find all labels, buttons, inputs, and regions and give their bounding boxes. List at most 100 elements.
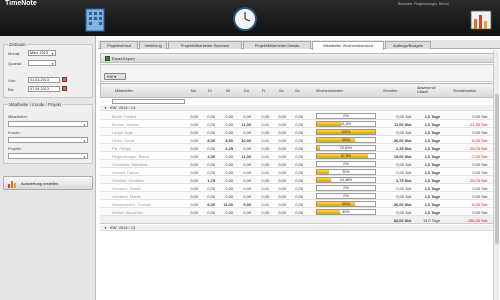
table-row[interactable]: Vierahrer, Martin 0,00 0,00 0,00 0,00 0,00 0,0… <box>100 192 498 200</box>
col-mi[interactable]: Mi <box>226 89 230 93</box>
cell-sa: 0,00 <box>278 138 286 143</box>
table-row[interactable]: Schnell, Hanna 0,00 0,00 0,00 0,00 0,00 0,00 0,… <box>100 168 498 176</box>
tab-auftrags-budgets[interactable]: Auftrags/Budgets <box>385 41 431 49</box>
group-chip-kw[interactable]: KW ▾ <box>104 73 126 80</box>
cell-abwesend: 1,0 Tage <box>424 146 440 151</box>
collapse-icon[interactable]: ▼ <box>104 105 107 111</box>
cell-stundensaldo: 0,00 Std. <box>472 210 488 215</box>
cell-stundensaldo: -6,00 Std. <box>471 138 488 143</box>
col-mo[interactable]: Mo <box>191 89 196 93</box>
bis-date-input[interactable]: 07.04.2013 <box>28 86 60 92</box>
group-fieldset: Mitarbeiter / Kunde / Projekt Mitarbeite… <box>3 102 93 164</box>
cell-so: 0,00 <box>295 114 303 119</box>
projekt-select[interactable]: ▼ <box>8 153 88 159</box>
cell-mi: 0,00 <box>225 186 233 191</box>
table-row[interactable]: Regensburger, Bernd 0,00 4,00 0,00 11,00 0,00… <box>100 152 498 160</box>
grid-header: Mitarbeiter Mo Di Mi Do Fr Sa So Wochens… <box>100 83 498 98</box>
table-row[interactable]: Birdie, Erhard 0,00 0,00 0,00 0,00 0,00 0,00 0,… <box>100 112 498 120</box>
cell-do: 0,00 <box>243 170 251 175</box>
col-stundensaldo[interactable]: Stundensaldo <box>453 89 476 93</box>
cell-di: 0,00 <box>207 186 215 191</box>
table-row[interactable]: Heinz, Nicole 0,00 8,00 8,00 10,00 0,00 0,00 0,… <box>100 136 498 144</box>
main-content: Excel-Export KW ▾ Mitarbeiter Mo Di Mi D… <box>98 50 500 300</box>
cell-stunden: 0,00 Std. <box>396 210 412 215</box>
tab-projekt-mitarbeiter-summen[interactable]: Projekt/Mitarbeiter Summen <box>168 41 242 49</box>
calendar-icon[interactable] <box>62 77 67 82</box>
cell-so: 0,00 <box>295 210 303 215</box>
table-row[interactable]: Weibel, Alexander 0,00 0,00 0,00 0,00 0,00 0,0… <box>100 208 498 216</box>
excel-icon <box>105 56 110 62</box>
cell-stunden: 26,00 Std. <box>393 138 412 143</box>
cell-mitarbeiter: Vierahrer, Martin <box>112 194 141 199</box>
chevron-down-icon: ▼ <box>83 123 86 127</box>
group-row-kw13[interactable]: ▼ KW: 2013 / 13 <box>100 225 498 231</box>
cell-fr: 0,00 <box>261 178 269 183</box>
mitarbeiter-filter-input[interactable] <box>112 99 185 104</box>
excel-export-button[interactable]: Excel-Export <box>105 56 135 62</box>
cell-di: 0,00 <box>207 114 215 119</box>
chart-icon[interactable] <box>468 5 494 33</box>
group-legend: Mitarbeiter / Kunde / Projekt <box>8 102 62 107</box>
table-row[interactable]: Schneider, Michaela 0,00 0,00 0,00 0,00 0,00 0… <box>100 160 498 168</box>
col-abwesend[interactable]: Abwesend/ Urlaub <box>417 86 441 94</box>
col-so[interactable]: So <box>295 89 300 93</box>
cell-stunden: 0,00 Std. <box>396 194 412 199</box>
eval-button[interactable]: Auswertung erstellen <box>3 176 93 190</box>
tab-verteilung[interactable]: Verteilung <box>139 41 167 49</box>
cell-fr: 0,00 <box>261 162 269 167</box>
cell-do: 0,00 <box>243 178 251 183</box>
projekt-label: Projekt: <box>8 146 22 151</box>
mitarbeiter-select[interactable]: ▼ <box>8 121 88 127</box>
cell-mo: 0,00 <box>190 178 198 183</box>
table-row[interactable]: Schöber, Christian 0,00 1,75 0,00 0,00 0,00 0,… <box>100 176 498 184</box>
cell-sa: 0,00 <box>278 114 286 119</box>
table-row[interactable]: Schubert, Daniel 0,00 0,00 0,00 0,00 0,00 0,00… <box>100 184 498 192</box>
table-row[interactable]: Lange, Anja 0,00 0,00 0,00 0,00 0,00 0,00 0,00 1… <box>100 128 498 136</box>
cell-sa: 0,00 <box>278 178 286 183</box>
scrollbar-thumb[interactable] <box>495 94 499 244</box>
cell-mi: 0,00 <box>225 130 233 135</box>
kunde-select[interactable]: ▼ <box>8 137 88 143</box>
col-mitarbeiter[interactable]: Mitarbeiter <box>115 89 133 93</box>
calendar-icon[interactable] <box>62 86 67 91</box>
cell-do: 0,00 <box>243 186 251 191</box>
col-wochenstunden[interactable]: Wochenstunden <box>316 89 343 93</box>
monat-select[interactable]: März 2013 ▼ <box>28 50 56 56</box>
cell-mi: 0,00 <box>225 194 233 199</box>
zeitraum-legend: Zeitraum <box>8 42 27 47</box>
col-fr[interactable]: Fr <box>262 89 266 93</box>
table-row[interactable]: Pill, Philipp 0,00 0,00 2,25 0,00 0,00 0,00 0,0… <box>100 144 498 152</box>
quartal-select[interactable]: ▼ <box>28 60 56 66</box>
table-row[interactable]: Bucher, Markus 0,00 0,00 0,00 11,00 0,00 0,00 0… <box>100 120 498 128</box>
cell-so: 0,00 <box>295 130 303 135</box>
col-do[interactable]: Do <box>244 89 249 93</box>
wochenstunden-bar: 0% <box>316 113 376 119</box>
cell-mi: 0,00 <box>225 114 233 119</box>
clock-icon[interactable] <box>232 5 258 33</box>
cell-mi: 0,00 <box>225 154 233 159</box>
cell-mitarbeiter: Lange, Anja <box>112 130 133 135</box>
cell-fr: 0,00 <box>261 186 269 191</box>
building-icon[interactable] <box>82 5 108 33</box>
col-stunden[interactable]: Stunden <box>383 89 397 93</box>
cell-di: 0,00 <box>207 170 215 175</box>
cell-sa: 0,00 <box>278 122 286 127</box>
filter-panel: Zeitraum Monat: März 2013 ▼ Quartal: ▼ Vo… <box>0 36 96 300</box>
cell-mitarbeiter: Regensburger, Bernd <box>112 154 149 159</box>
vertical-scrollbar[interactable] <box>493 50 499 300</box>
cell-di: 6,00 <box>207 202 215 207</box>
cell-fr: 0,00 <box>261 114 269 119</box>
von-date-input[interactable]: 01.03.2013 <box>28 77 60 83</box>
table-row[interactable]: Wassermann, Thomas 0,00 6,00 11,00 9,00 0,00 0… <box>100 200 498 208</box>
col-sa[interactable]: Sa <box>279 89 284 93</box>
cell-mo: 0,00 <box>190 194 198 199</box>
group-row-kw14[interactable]: ▼ KW: 2013 / 14 <box>100 105 498 111</box>
cell-fr: 0,00 <box>261 170 269 175</box>
cell-sa: 0,00 <box>278 202 286 207</box>
tab-projekt-mitarbeiter-details[interactable]: Projekt/Mitarbeiter Details <box>243 41 311 49</box>
tab-mitarbeiter-wochenuebersicht[interactable]: Mitarbeiter Wochenübersicht <box>312 41 384 50</box>
col-di[interactable]: Di <box>208 89 212 93</box>
collapse-icon[interactable]: ▼ <box>104 225 107 231</box>
cell-mitarbeiter: Bucher, Markus <box>112 122 140 127</box>
tab-projektverlauf[interactable]: Projektverlauf <box>100 41 138 49</box>
